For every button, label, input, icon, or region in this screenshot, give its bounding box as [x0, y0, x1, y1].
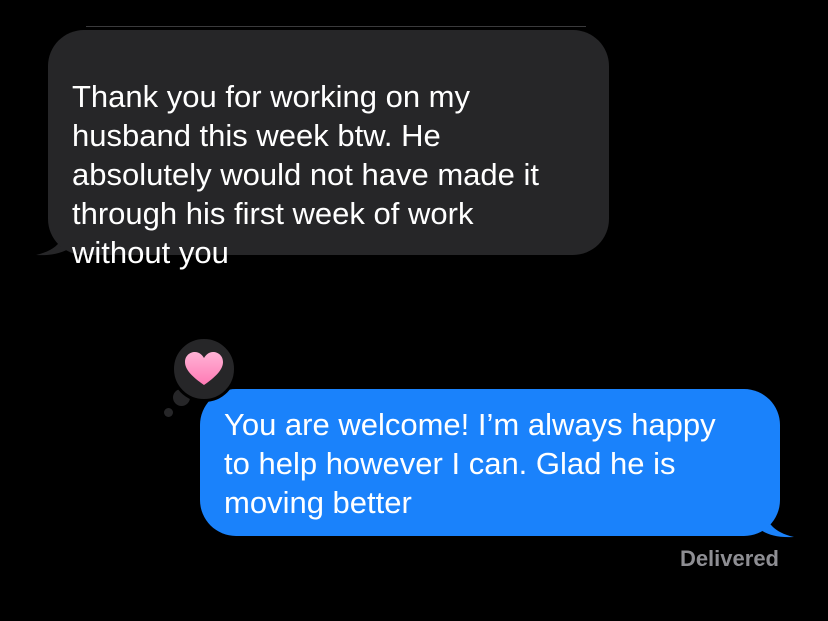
tapback-tail-dot — [164, 408, 173, 417]
heart-icon — [185, 352, 223, 385]
message-thread: Thank you for working on my husband this… — [0, 0, 828, 621]
delivered-status: Delivered — [679, 546, 779, 571]
tapback-reaction[interactable] — [171, 336, 237, 402]
divider — [86, 26, 586, 27]
outgoing-message-bubble[interactable]: You are welcome! I’m always happy to hel… — [200, 389, 780, 536]
incoming-message-bubble[interactable]: Thank you for working on my husband this… — [48, 30, 609, 270]
